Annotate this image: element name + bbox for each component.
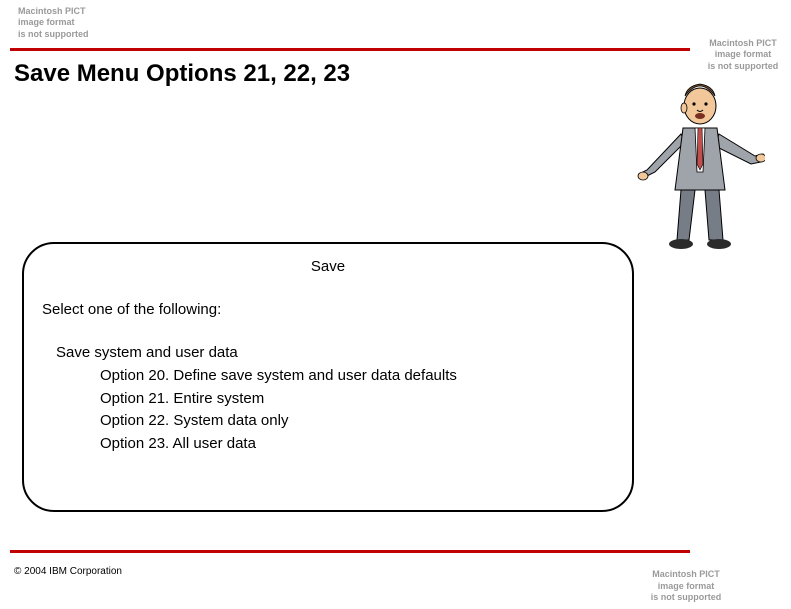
pict-line: is not supported [703,61,783,72]
pict-line: Macintosh PICT [641,569,731,580]
menu-option: Option 21. Entire system [100,388,614,411]
menu-option: Option 20. Define save system and user d… [100,365,614,388]
pict-line: image format [703,49,783,60]
pict-line: is not supported [18,29,89,40]
save-menu-panel: Save Select one of the following: Save s… [22,242,634,512]
divider-bottom [10,550,690,553]
pict-notice-top-right: Macintosh PICT image format is not suppo… [703,38,783,72]
pict-notice-top-left: Macintosh PICT image format is not suppo… [18,6,89,40]
menu-section-label: Save system and user data [56,344,614,361]
menu-option: Option 23. All user data [100,433,614,456]
pict-line: image format [18,17,89,28]
menu-option: Option 22. System data only [100,410,614,433]
menu-options-list: Option 20. Define save system and user d… [100,365,614,455]
businessman-icon [635,72,765,252]
pict-notice-bottom-right: Macintosh PICT image format is not suppo… [641,569,731,603]
menu-heading: Save [42,258,614,275]
page-title: Save Menu Options 21, 22, 23 [14,60,350,88]
pict-line: Macintosh PICT [703,38,783,49]
pict-line: is not supported [641,592,731,603]
menu-prompt: Select one of the following: [42,301,614,318]
copyright-footer: © 2004 IBM Corporation [14,566,122,577]
pict-line: Macintosh PICT [18,6,89,17]
divider-top [10,48,690,51]
pict-line: image format [641,581,731,592]
